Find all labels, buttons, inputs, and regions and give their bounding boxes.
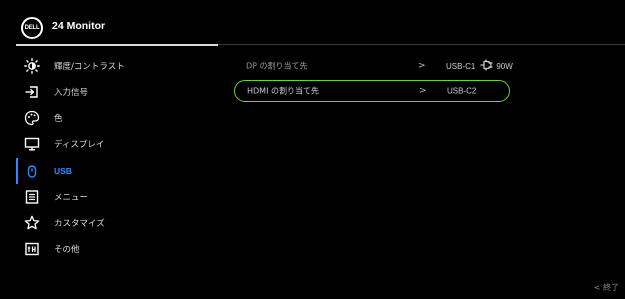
sidebar-item-label: 入力信号 xyxy=(54,88,89,98)
star-icon xyxy=(24,215,40,231)
monitor-title: 24 Monitor xyxy=(52,20,106,32)
row-value: USB-C1 90W xyxy=(446,59,513,73)
display-icon xyxy=(24,136,40,152)
row-value: USB-C2 xyxy=(447,87,476,96)
others-icon xyxy=(24,241,40,257)
sidebar-item-label: カスタマイズ xyxy=(54,219,105,229)
sidebar-item-personalize[interactable]: カスタマイズ xyxy=(0,210,215,236)
hdmi-assignment-row[interactable]: HDMI の割り当て先 > USB-C2 xyxy=(234,80,510,102)
dell-logo: DELL xyxy=(21,17,43,39)
color-palette-icon xyxy=(24,110,40,126)
monitor-osd: DELL 24 Monitor 輝度/コントラスト 入力信号 色 ディスプレイ … xyxy=(0,0,625,299)
usb-port-value: USB-C1 xyxy=(446,61,476,71)
power-plug-icon xyxy=(480,59,493,73)
chevron-right-icon: > xyxy=(419,86,427,96)
sidebar-item-usb[interactable]: USB xyxy=(0,158,215,184)
menu-icon xyxy=(24,189,40,205)
sidebar-item-label: USB xyxy=(54,166,72,176)
row-label: DP の割り当て先 xyxy=(246,61,308,71)
header-divider-active xyxy=(16,44,218,46)
sidebar-item-menu[interactable]: メニュー xyxy=(0,184,215,210)
dp-assignment-row[interactable]: DP の割り当て先 > USB-C1 90W xyxy=(234,55,513,77)
sidebar-item-display[interactable]: ディスプレイ xyxy=(0,131,215,157)
sidebar-item-label: メニュー xyxy=(54,193,89,203)
sidebar-item-others[interactable]: その他 xyxy=(0,236,215,262)
usb-port-value: USB-C2 xyxy=(447,86,477,96)
sidebar-item-input-source[interactable]: 入力信号 xyxy=(0,79,215,105)
row-label: HDMI の割り当て先 xyxy=(247,86,319,96)
sidebar-item-label: ディスプレイ xyxy=(54,140,105,150)
header-divider xyxy=(218,44,625,45)
sidebar-item-label: 輝度/コントラスト xyxy=(54,62,125,72)
sidebar-item-label: その他 xyxy=(54,245,80,255)
sidebar-item-color[interactable]: 色 xyxy=(0,105,215,131)
usb-power-icon xyxy=(24,163,40,179)
osd-header: DELL 24 Monitor xyxy=(0,0,625,46)
power-value: 90W xyxy=(496,61,513,71)
exit-button[interactable]: < 終了 xyxy=(594,282,619,293)
sidebar-item-label: 色 xyxy=(54,114,63,124)
brightness-icon xyxy=(24,58,40,74)
sidebar-item-brightness-contrast[interactable]: 輝度/コントラスト xyxy=(0,53,215,79)
input-source-icon xyxy=(24,84,40,100)
chevron-right-icon: > xyxy=(418,61,426,71)
